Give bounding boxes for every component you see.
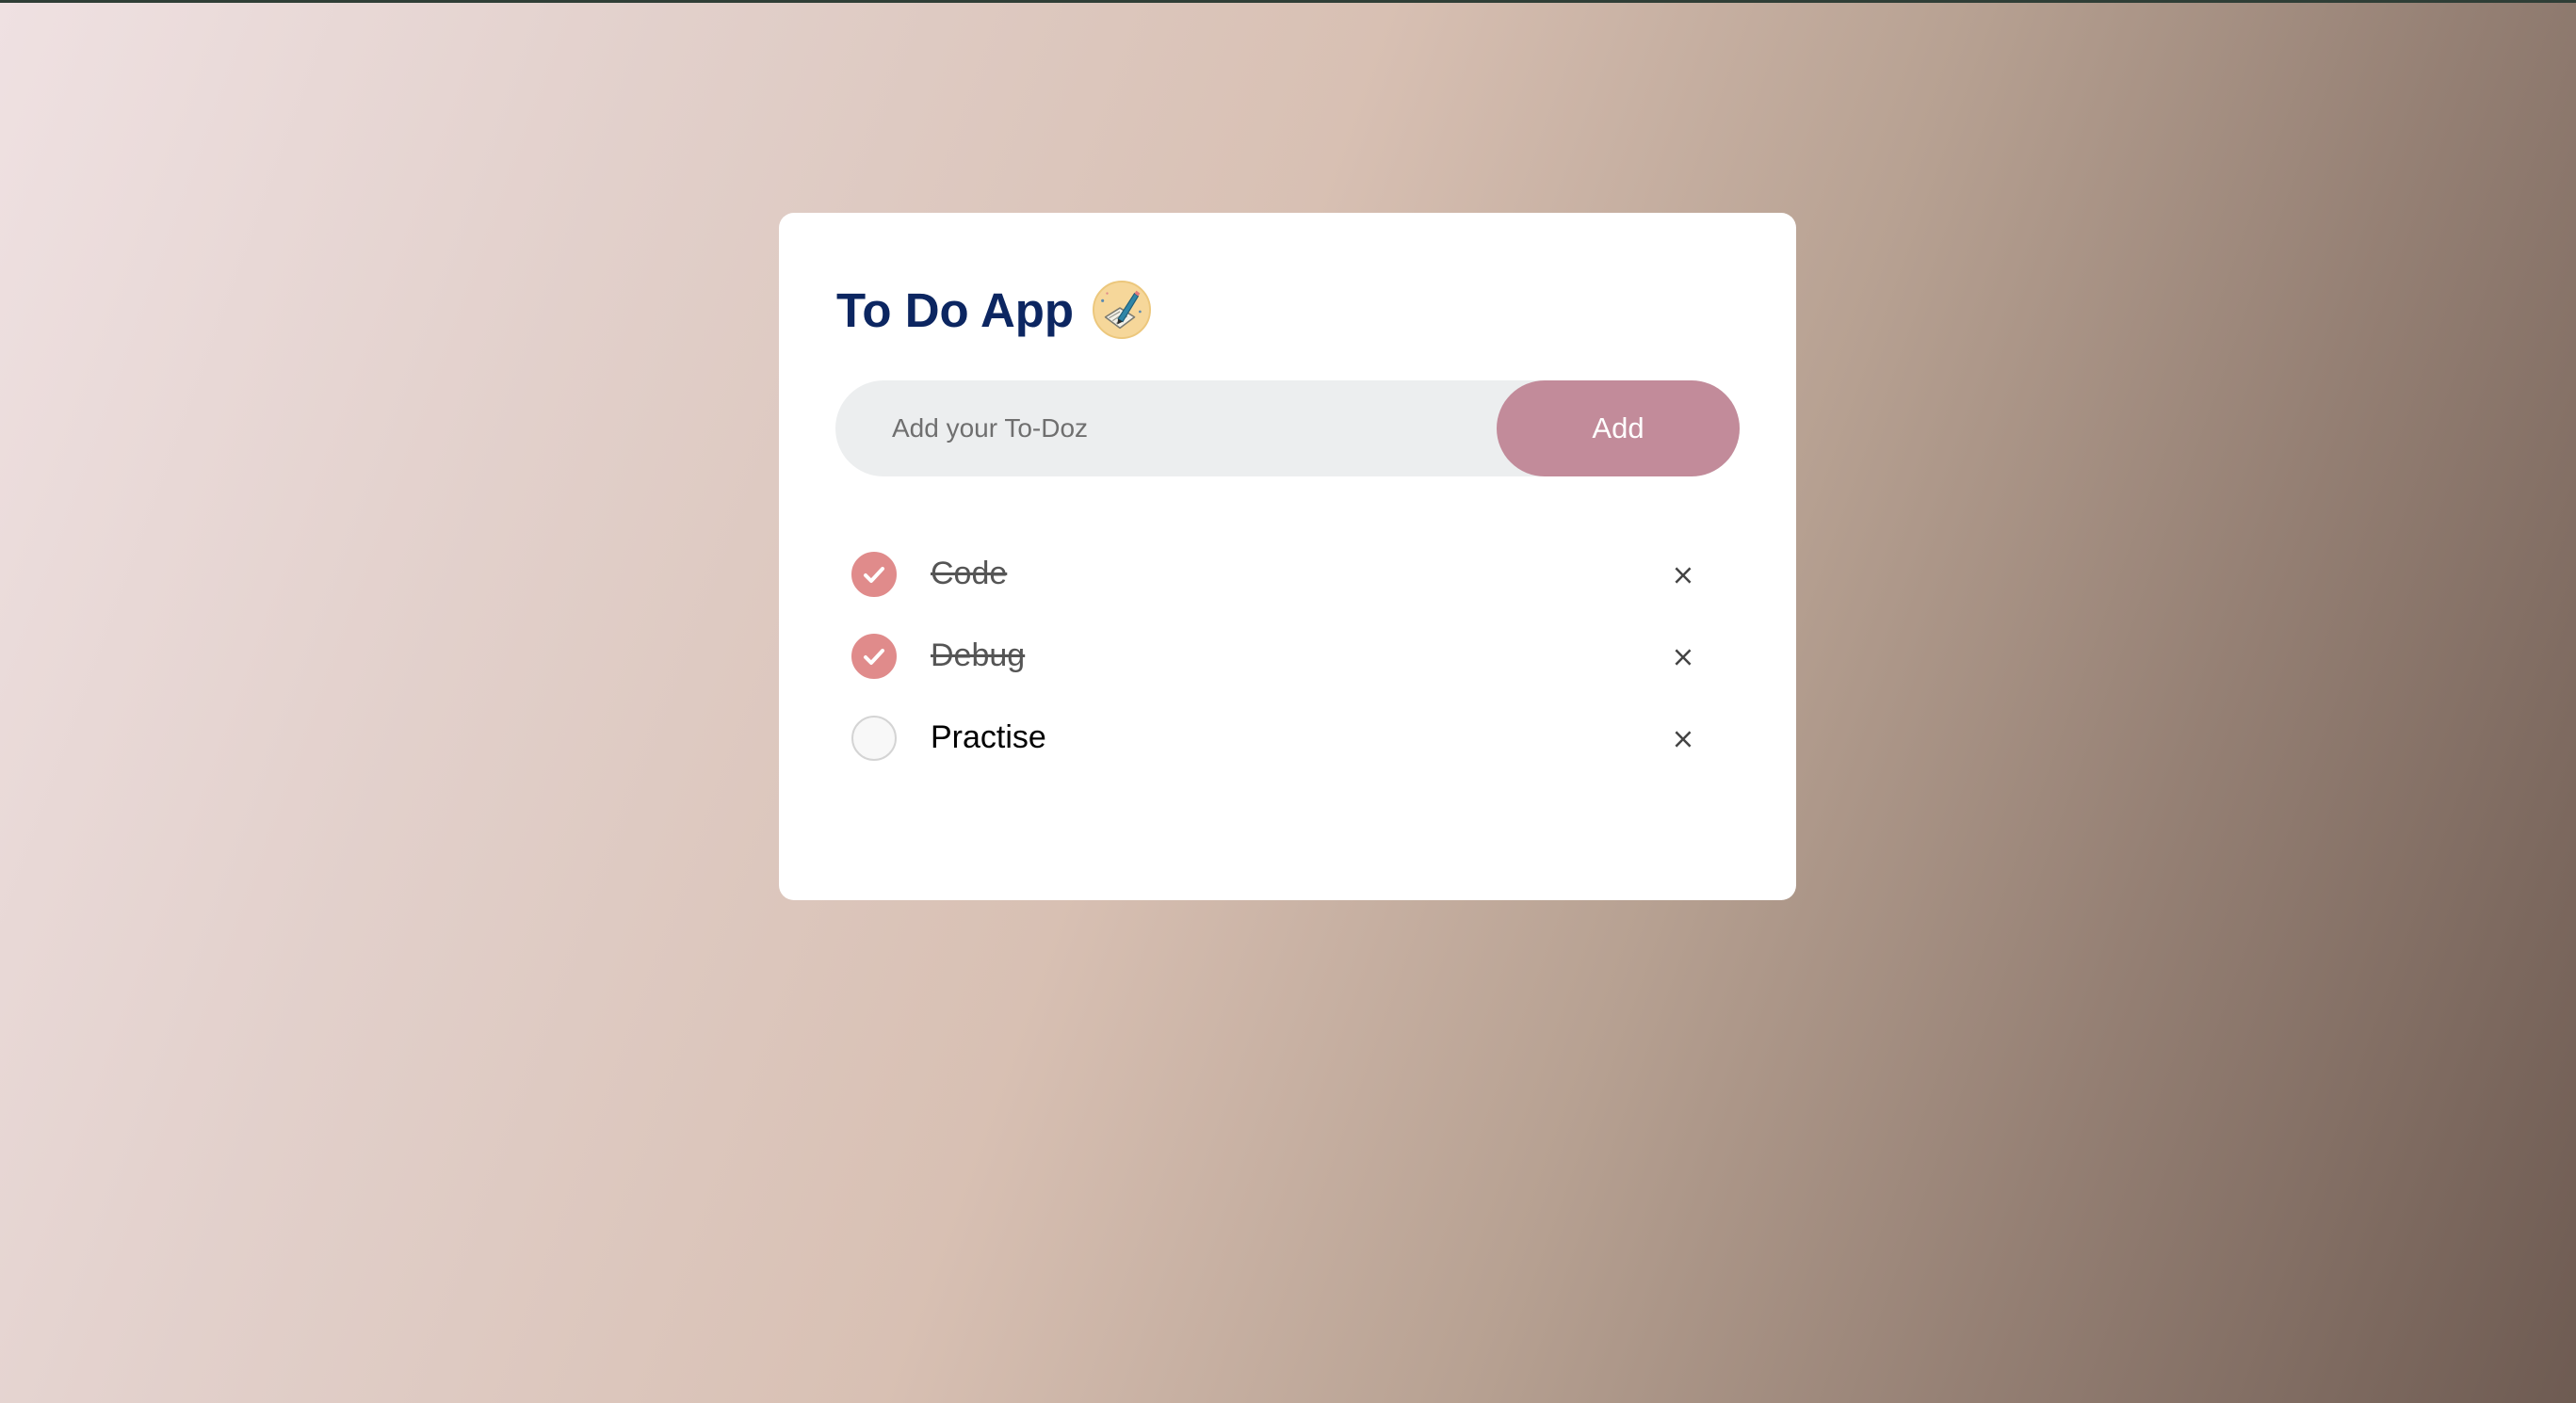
title-row: To Do App [836,281,1152,339]
todo-item[interactable]: Practise × [851,697,1699,779]
remove-icon[interactable]: × [1667,723,1699,756]
checkmark-icon [864,566,884,583]
todo-label[interactable]: Debug [931,637,1025,674]
add-todo-bar: Add [835,379,1740,477]
todo-item[interactable]: Code × [851,533,1699,615]
todo-card: To Do App Add Code × [779,213,1796,900]
todo-item[interactable]: Debug × [851,615,1699,697]
checkbox-unchecked-icon[interactable] [851,715,897,761]
remove-icon[interactable]: × [1667,641,1699,674]
app-title: To Do App [836,282,1075,337]
todo-input[interactable] [835,379,1497,477]
todo-list: Code × Debug × Practise × [851,533,1699,779]
checkbox-checked-icon[interactable] [851,633,897,679]
add-button[interactable]: Add [1497,380,1740,476]
pencil-notepad-icon [1093,281,1152,339]
todo-label[interactable]: Practise [931,719,1046,756]
checkbox-checked-icon[interactable] [851,551,897,597]
todo-label[interactable]: Code [931,556,1007,592]
checkmark-icon [864,648,884,665]
remove-icon[interactable]: × [1667,559,1699,592]
